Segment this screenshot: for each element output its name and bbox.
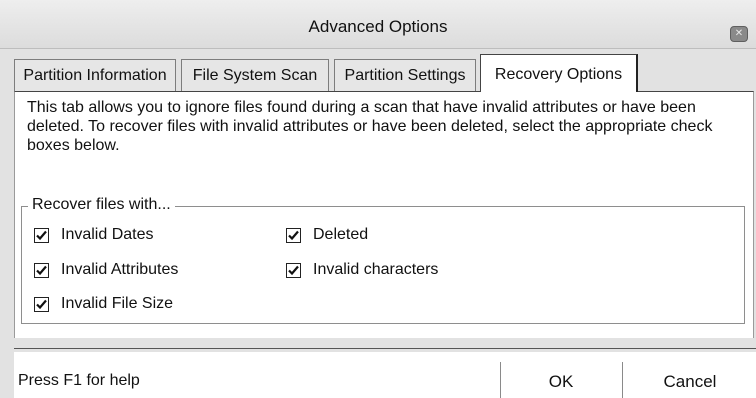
tab-partition-information[interactable]: Partition Information <box>14 59 176 91</box>
recover-files-group: Recover files with... Invalid Dates Inva… <box>21 196 745 324</box>
invalid-characters-checkbox[interactable]: Invalid characters <box>286 260 438 280</box>
invalid-characters-label: Invalid characters <box>313 261 439 278</box>
help-text: Press F1 for help <box>18 372 140 389</box>
invalid-file-size-label: Invalid File Size <box>61 295 174 312</box>
invalid-attributes-checkbox[interactable]: Invalid Attributes <box>34 260 178 280</box>
divider <box>14 348 756 349</box>
checkmark-icon <box>34 227 49 243</box>
deleted-checkbox[interactable]: Deleted <box>286 225 368 245</box>
group-label: Recover files with... <box>28 196 175 214</box>
invalid-file-size-checkbox[interactable]: Invalid File Size <box>34 294 173 314</box>
title-bar: Advanced Options ✕ <box>0 0 756 49</box>
invalid-attributes-label: Invalid Attributes <box>61 261 179 278</box>
checkmark-icon <box>286 262 301 278</box>
ok-button[interactable]: OK <box>500 362 621 398</box>
deleted-label: Deleted <box>313 226 369 243</box>
cancel-button[interactable]: Cancel <box>622 362 756 398</box>
tab-recovery-options[interactable]: Recovery Options <box>480 54 638 92</box>
description-text: This tab allows you to ignore files foun… <box>27 99 713 154</box>
tab-file-system-scan[interactable]: File System Scan <box>181 59 329 91</box>
invalid-dates-checkbox[interactable]: Invalid Dates <box>34 225 154 245</box>
checkmark-icon <box>286 227 301 243</box>
checkmark-icon <box>34 296 49 312</box>
invalid-dates-label: Invalid Dates <box>61 226 154 243</box>
tab-strip: Partition Information File System Scan P… <box>0 54 756 94</box>
window-title: Advanced Options <box>308 17 448 36</box>
close-icon[interactable]: ✕ <box>730 26 748 42</box>
advanced-options-dialog: Advanced Options ✕ Partition Information… <box>0 0 756 398</box>
checkmark-icon <box>34 262 49 278</box>
recovery-options-panel: This tab allows you to ignore files foun… <box>14 91 754 338</box>
tab-partition-settings[interactable]: Partition Settings <box>334 59 476 91</box>
